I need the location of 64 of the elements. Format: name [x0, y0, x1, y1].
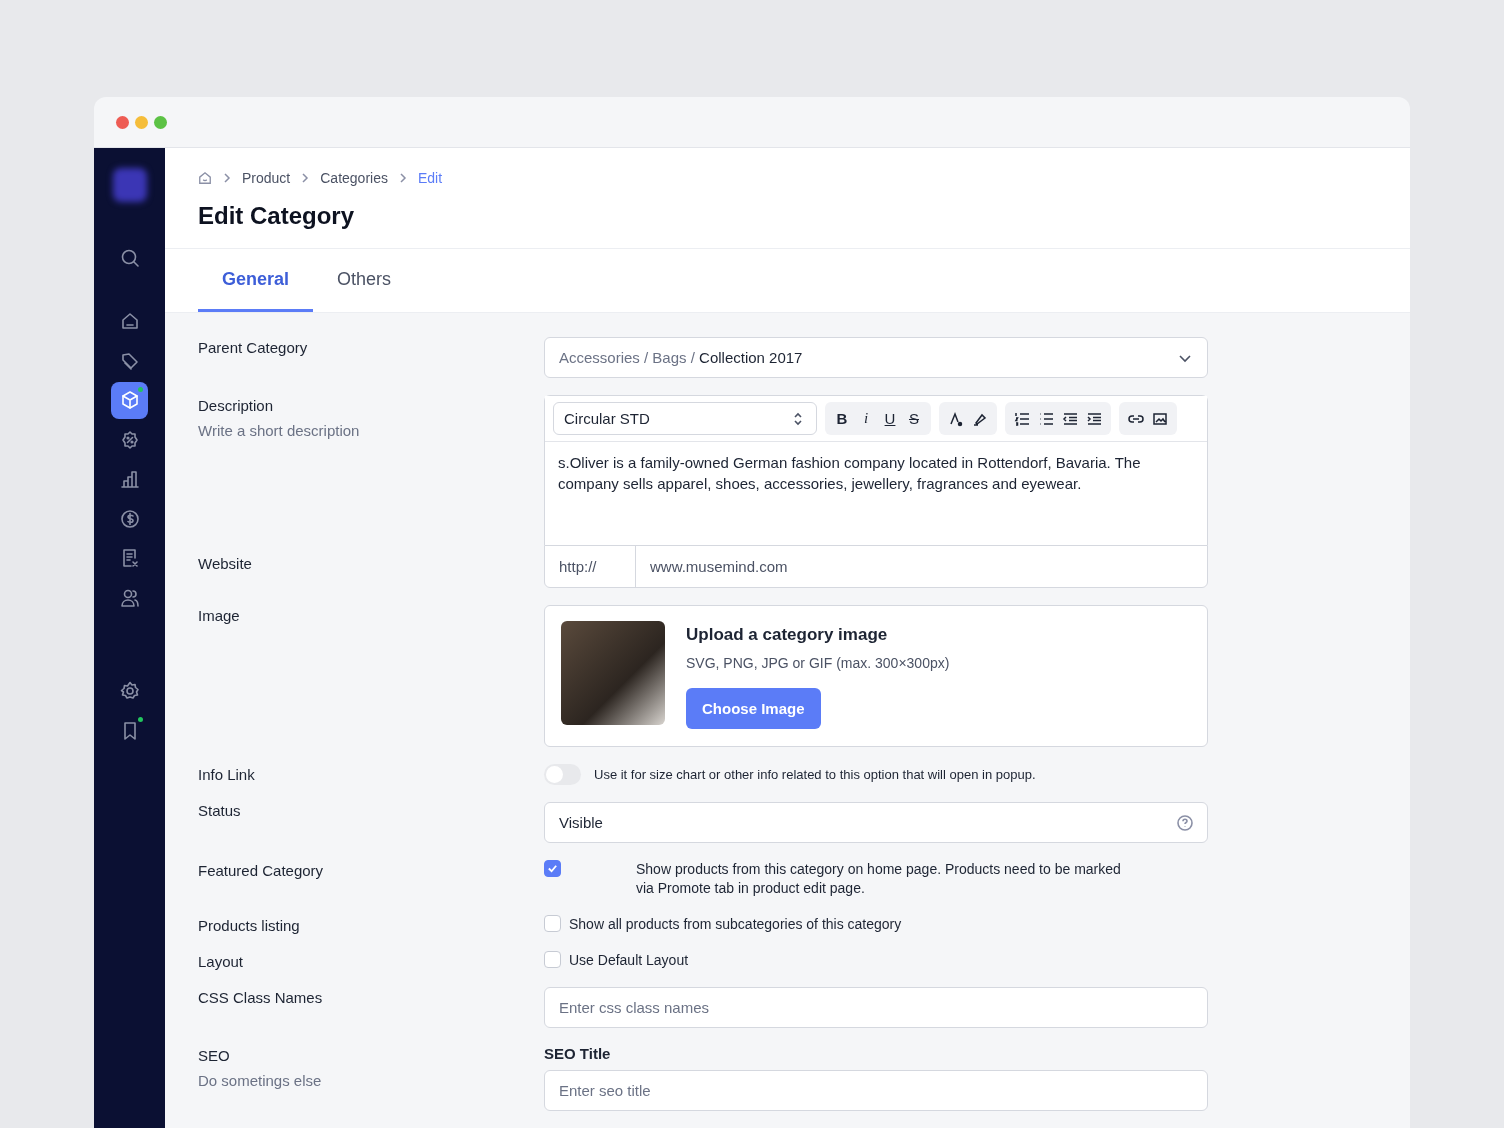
- breadcrumb-link[interactable]: Categories: [320, 170, 388, 186]
- checkmark-icon: [547, 863, 558, 874]
- text-color-icon: [948, 410, 964, 427]
- discount-badge-icon: [119, 429, 140, 450]
- field-label: Website: [198, 555, 253, 572]
- choose-image-button[interactable]: Choose Image: [686, 688, 821, 729]
- field-label: Description: [198, 397, 275, 414]
- field-label: Featured Category: [198, 862, 325, 879]
- help-icon: [1177, 814, 1193, 831]
- dollar-icon: [119, 508, 140, 529]
- upload-hint: SVG, PNG, JPG or GIF (max. 300×300px): [686, 655, 950, 671]
- tab[interactable]: General: [198, 249, 314, 312]
- parent-category-select[interactable]: Accessories / Bags / Collection 2017: [544, 337, 1208, 378]
- bar-chart-icon: [119, 469, 140, 489]
- cube-icon: [119, 390, 140, 410]
- field-hint: Write a short description: [198, 422, 361, 439]
- close-button[interactable]: [116, 115, 129, 129]
- field-label: Products listing: [198, 917, 301, 934]
- tag-icon: [119, 350, 140, 371]
- checkbox[interactable]: [544, 951, 561, 968]
- checkbox[interactable]: [544, 860, 561, 877]
- field-label: Image: [198, 607, 241, 624]
- format-button[interactable]: i: [855, 406, 877, 431]
- format-button[interactable]: S: [903, 406, 925, 431]
- breadcrumb-link[interactable]: Product: [242, 170, 291, 186]
- status-field[interactable]: Visible: [544, 802, 1208, 843]
- upload-title: Upload a category image: [686, 625, 888, 645]
- indent-icon: [1086, 410, 1102, 427]
- image-icon: [1152, 410, 1168, 427]
- field-label: Parent Category: [198, 339, 309, 356]
- seo-title-input[interactable]: Enter seo title: [544, 1070, 1208, 1111]
- field-label: CSS Class Names: [198, 989, 324, 1006]
- bullet-list-icon: [1038, 410, 1054, 427]
- format-button[interactable]: B: [831, 406, 853, 431]
- field-label: SEO: [198, 1047, 231, 1064]
- page-title: Edit Category: [198, 202, 356, 230]
- notification-dot: [138, 386, 143, 392]
- website-field[interactable]: http:// www.musemind.com: [544, 545, 1208, 588]
- numbered-list-icon: [1014, 410, 1030, 427]
- sidebar-item[interactable]: [111, 381, 148, 419]
- toggle-description: Use it for size chart or other info related to this option that will open in popup.: [594, 767, 1036, 782]
- home-icon[interactable]: [198, 171, 212, 185]
- font-select[interactable]: Circular STD: [553, 402, 817, 435]
- users-icon: [119, 587, 140, 608]
- notification-dot: [138, 717, 143, 722]
- css-class-input[interactable]: Enter css class names: [544, 987, 1208, 1028]
- checkbox-label: Use Default Layout: [569, 951, 689, 970]
- logo-icon: [112, 168, 147, 202]
- seo-title-label: SEO Title: [544, 1045, 612, 1062]
- settings-icon: [119, 681, 140, 701]
- outdent-icon: [1062, 410, 1078, 427]
- checkbox-label: Show products from this category on home page. Products need to be marked via Promote tab in product edit page.: [636, 860, 1122, 898]
- field-label: Status: [198, 802, 242, 819]
- field-label: Info Link: [198, 766, 256, 783]
- description-text[interactable]: s.Oliver is a family-owned German fashion company located in Rottendorf, Bavaria. The company sells apparel, shoes, accessories, jewellery, fragrances and eyewear.: [545, 442, 1207, 545]
- checkbox[interactable]: [544, 915, 561, 932]
- home-icon: [119, 311, 140, 331]
- breadcrumb-link[interactable]: Edit: [417, 170, 443, 186]
- checkbox-label: Show all products from subcategories of this category: [569, 915, 902, 934]
- format-button[interactable]: U: [879, 406, 901, 431]
- search-icon: [119, 247, 140, 268]
- tab[interactable]: Others: [313, 249, 416, 312]
- field-hint: Do sometings else: [198, 1072, 323, 1089]
- field-label: Layout: [198, 953, 245, 970]
